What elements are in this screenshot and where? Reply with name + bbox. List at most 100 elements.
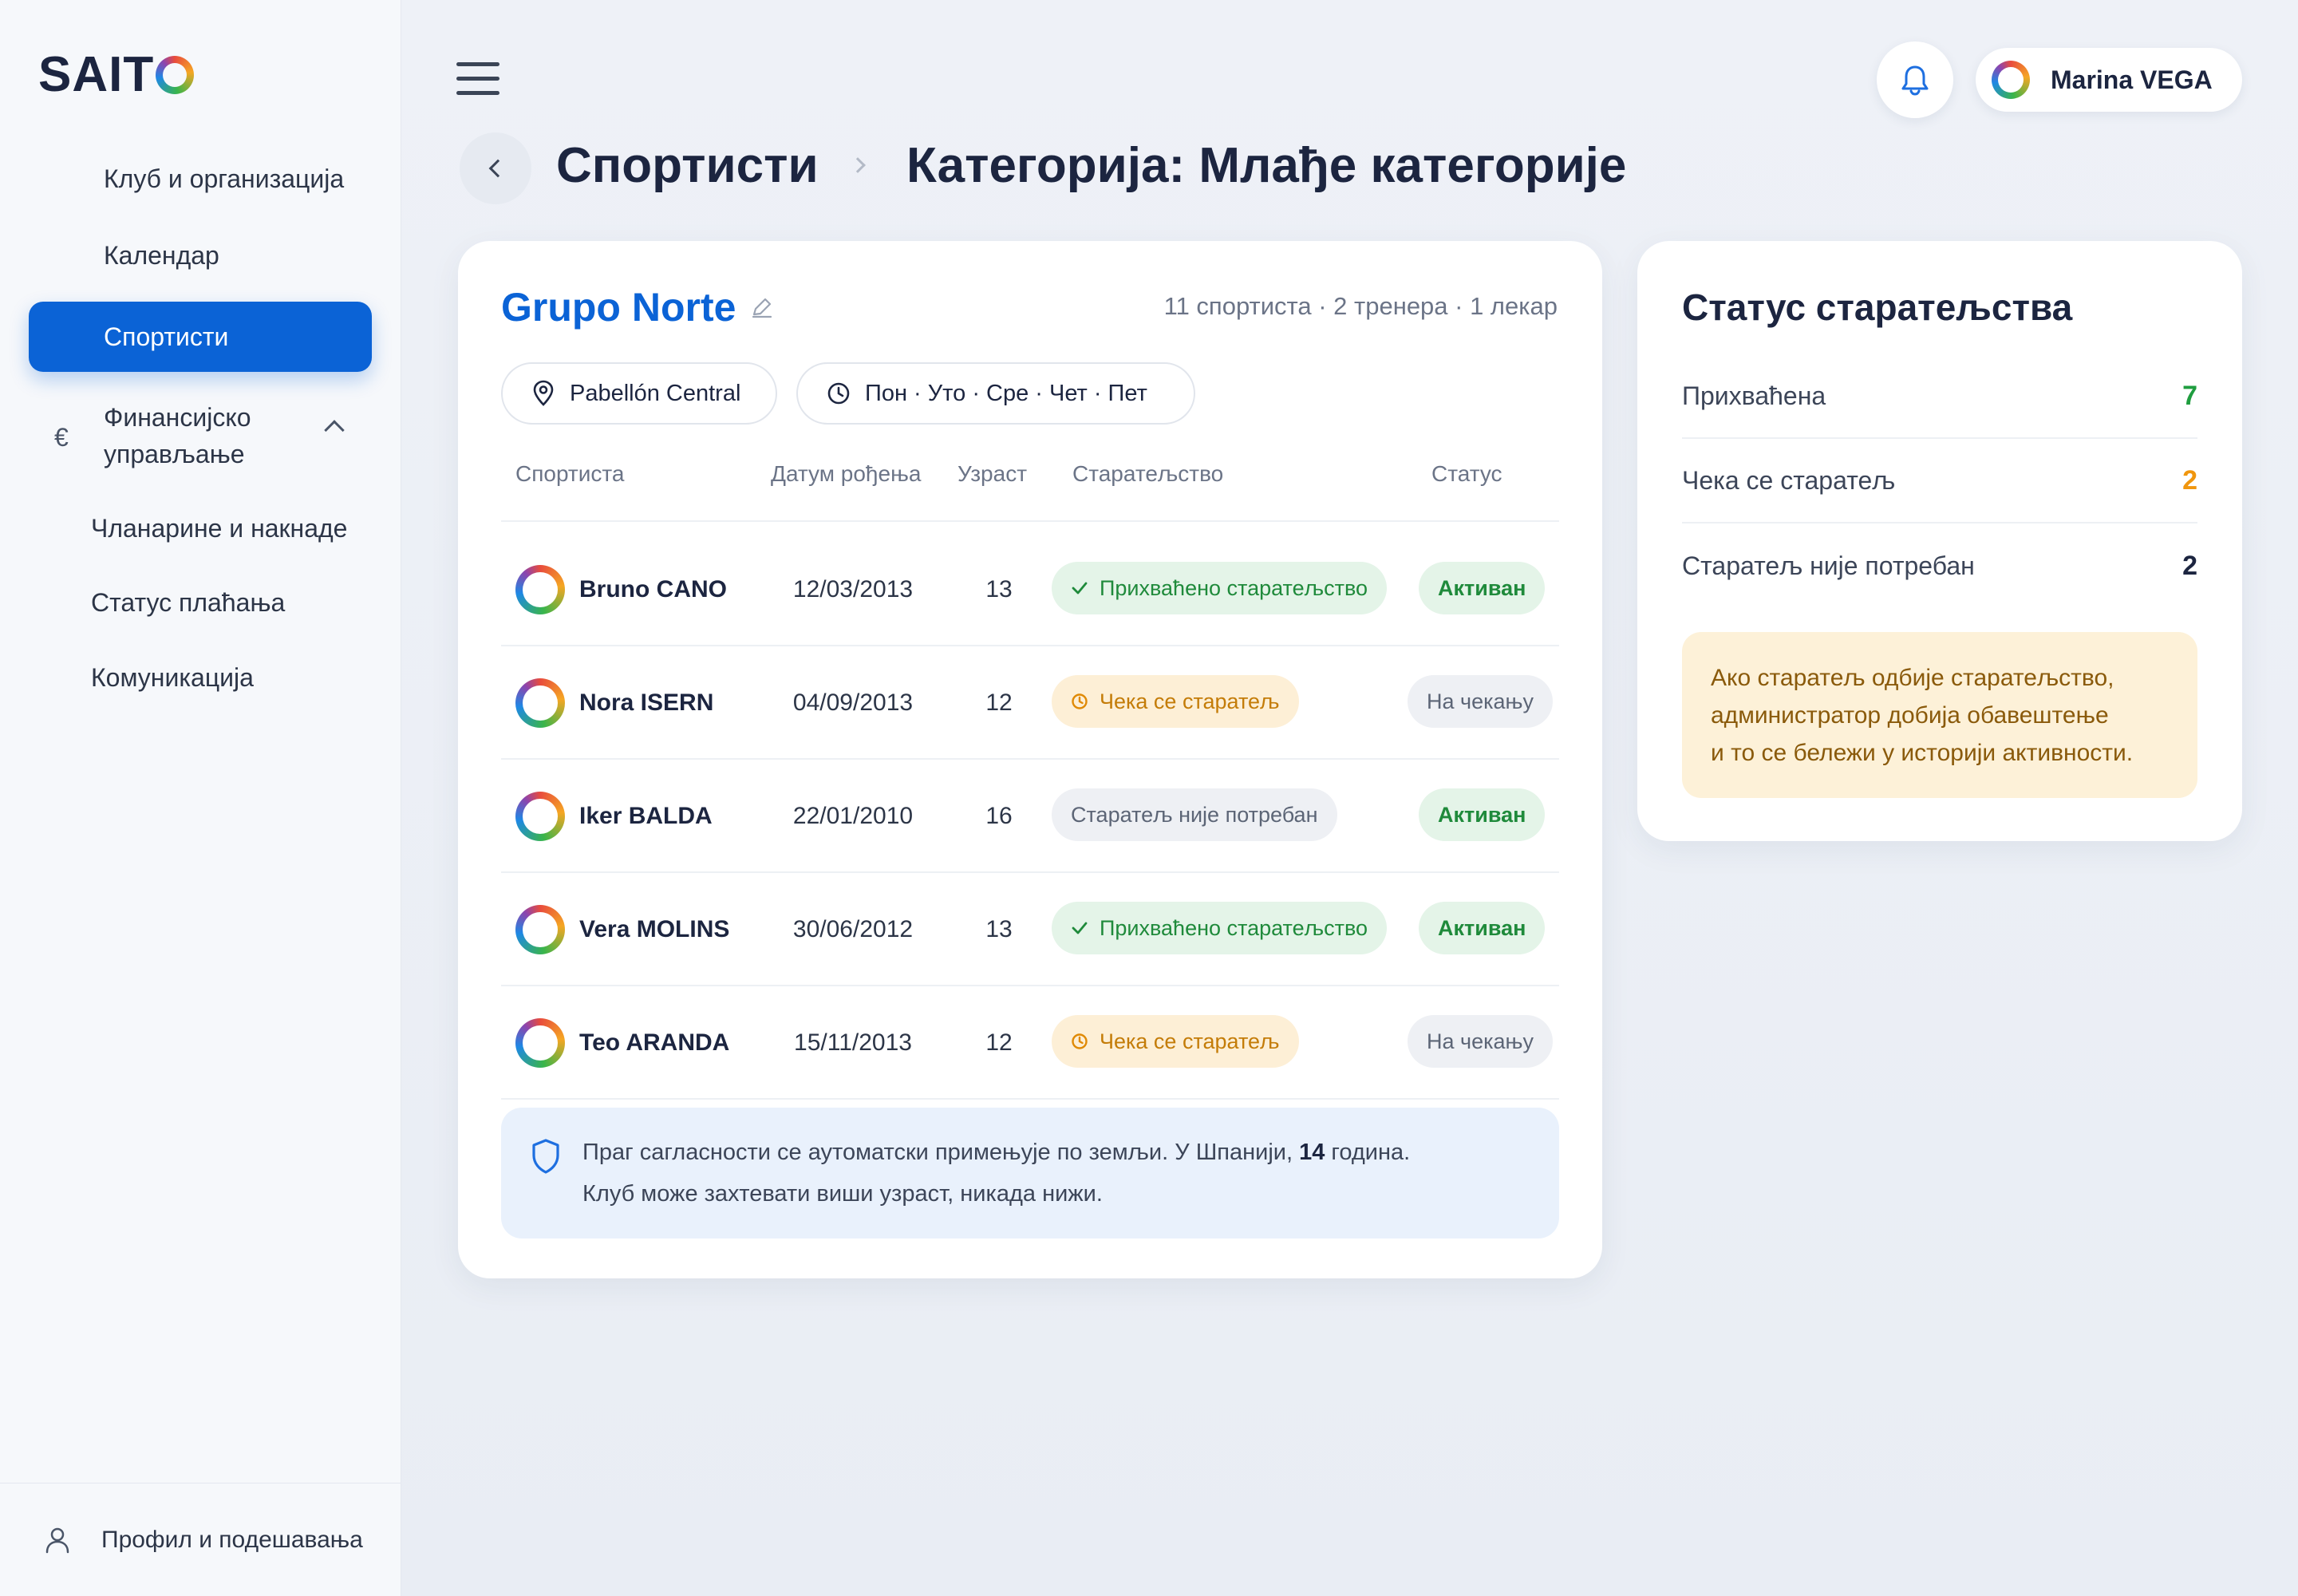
sidebar-item-calendar[interactable]: Календар [29, 236, 372, 275]
status-icon [1071, 1033, 1088, 1050]
sidebar-item-finance[interactable]: € Финансијско управљање [29, 399, 372, 476]
sidebar-item-label: Клуб и организација [104, 164, 345, 193]
page-title[interactable]: Спортисти [556, 137, 819, 194]
column-header-status[interactable]: Статус [1431, 461, 1502, 487]
location-chip[interactable]: Pabellón Central [501, 362, 777, 425]
shield-icon [532, 1139, 559, 1174]
sidebar-item-athletes[interactable]: Спортисти [29, 302, 372, 372]
age: 13 [985, 916, 1013, 942]
stat-value: 2 [2182, 464, 2197, 496]
guardianship-label: Старатељ није потребан [1071, 802, 1318, 827]
stat-label: Прихваћена [1682, 381, 1826, 410]
age: 16 [985, 803, 1013, 829]
column-header-age[interactable]: Узраст [958, 461, 1027, 487]
sidebar-item-payment-status[interactable]: Статус плаћања [29, 583, 372, 622]
sidebar: SAIT Клуб и организација Календар Спорти… [0, 0, 401, 1596]
sidebar-item-communication[interactable]: Комуникација [29, 658, 372, 697]
breadcrumb-chevron-icon [850, 157, 866, 173]
status-badge: На чекању [1408, 675, 1553, 728]
birth-date: 12/03/2013 [792, 576, 914, 602]
guardianship-badge: Чека се старатељ [1052, 675, 1299, 728]
sidebar-item-label: Чланарине и накнаде [91, 513, 348, 543]
sidebar-item-club[interactable]: Клуб и организација [29, 160, 372, 198]
athlete-name[interactable]: Vera MOLINS [579, 873, 729, 986]
birth-date: 30/06/2012 [792, 916, 914, 942]
birth-date: 04/09/2013 [792, 689, 914, 716]
user-icon [45, 1527, 69, 1554]
status-badge: Активан [1419, 788, 1546, 841]
sidebar-item-memberships[interactable]: Чланарине и накнаде [29, 509, 372, 547]
menu-icon[interactable] [456, 62, 499, 97]
clock-icon [1072, 1033, 1088, 1049]
notifications-button[interactable] [1877, 41, 1953, 118]
column-header-athlete[interactable]: Спортиста [515, 461, 624, 487]
euro-icon: € [54, 423, 69, 452]
sidebar-item-profile[interactable]: Профил и подешавања [0, 1483, 401, 1596]
table-row[interactable]: Bruno CANO 12/03/2013 13 Прихваћено старате… [501, 533, 1559, 646]
back-button[interactable] [460, 132, 531, 204]
avatar [515, 792, 565, 841]
warning-line: и то се бележи у историји активности. [1711, 740, 2134, 766]
stat-value: 2 [2182, 550, 2197, 581]
sidebar-item-label: Статус плаћања [91, 587, 286, 617]
consent-info-note: Праг сагласности се аутоматски примењује… [501, 1108, 1559, 1238]
note-text: година. [1325, 1140, 1411, 1165]
group-meta: 11 спортиста · 2 тренера · 1 лекар [1163, 292, 1558, 320]
guardianship-label: Чека се старатељ [1100, 689, 1280, 713]
note-line-1: Праг сагласности се аутоматски примењује… [582, 1140, 1410, 1166]
logo-ring-icon [156, 55, 195, 94]
guardian-refusal-warning: Ако старатељ одбије старатељство, админи… [1682, 632, 2197, 798]
guardianship-label: Прихваћено старатељство [1100, 915, 1368, 940]
guardianship-badge: Прихваћено старатељство [1052, 562, 1388, 614]
sidebar-item-label: Комуникација [91, 662, 254, 692]
guardianship-title: Статус старатељства [1682, 286, 2073, 328]
avatar [515, 565, 565, 614]
status-label: Активан [1438, 802, 1526, 827]
avatar [515, 1018, 565, 1068]
table-row[interactable]: Vera MOLINS 30/06/2012 13 Прихваћено старат… [501, 873, 1559, 986]
status-badge: На чекању [1408, 1015, 1553, 1068]
table-row[interactable]: Teo ARANDA 15/11/2013 12 Чека се старатељ На… [501, 986, 1559, 1100]
status-badge: Активан [1419, 562, 1546, 614]
guardianship-label: Прихваћено старатељство [1100, 575, 1368, 600]
divider [501, 520, 1559, 522]
note-text: Праг сагласности се аутоматски примењује… [582, 1140, 1300, 1165]
athlete-name[interactable]: Nora ISERN [579, 646, 713, 760]
guardianship-badge: Прихваћено старатељство [1052, 902, 1388, 954]
sidebar-item-label: Спортисти [104, 322, 229, 351]
clock-icon [1072, 693, 1088, 709]
age: 13 [985, 576, 1013, 602]
group-card: Grupo Norte 11 спортиста · 2 тренера · 1… [458, 241, 1602, 1278]
logo-text: SAIT [38, 47, 155, 102]
column-header-guardianship[interactable]: Старатељство [1072, 461, 1223, 487]
avatar [515, 905, 565, 954]
status-badge: Активан [1419, 902, 1546, 954]
guardianship-badge: Чека се старатељ [1052, 1015, 1299, 1068]
age: 12 [985, 689, 1013, 716]
athlete-name[interactable]: Teo ARANDA [579, 986, 729, 1100]
stat-row-pending: Чека се старатељ 2 [1682, 439, 2197, 523]
athlete-name[interactable]: Iker BALDA [579, 760, 713, 873]
athlete-name[interactable]: Bruno CANO [579, 533, 727, 646]
stat-label: Чека се старатељ [1682, 465, 1896, 495]
schedule-chip[interactable]: Пон · Уто · Сре · Чет · Пет [796, 362, 1195, 425]
table-row[interactable]: Iker BALDA 22/01/2010 16 Старатељ није потр… [501, 760, 1559, 873]
birth-date: 15/11/2013 [794, 1029, 912, 1056]
stat-value: 7 [2182, 380, 2197, 411]
edit-icon[interactable] [750, 295, 774, 319]
stat-row-accepted: Прихваћена 7 [1682, 354, 2197, 439]
chevron-left-icon [488, 159, 507, 178]
stat-label: Старатељ није потребан [1682, 551, 1975, 580]
guardianship-badge: Старатељ није потребан [1052, 788, 1337, 841]
status-label: Активан [1438, 575, 1526, 600]
user-menu[interactable]: Marina VEGA [1976, 48, 2242, 112]
guardianship-label: Чека се старатељ [1100, 1029, 1280, 1053]
status-icon [1071, 919, 1088, 937]
stat-row-not-needed: Старатељ није потребан 2 [1682, 523, 2197, 608]
column-header-dob[interactable]: Датум рођења [771, 461, 921, 487]
check-icon [1072, 922, 1088, 934]
guardianship-status-card: Статус старатељства Прихваћена 7 Чека се… [1637, 241, 2242, 841]
table-row[interactable]: Nora ISERN 04/09/2013 12 Чека се старатељ На… [501, 646, 1559, 760]
note-line-2: Клуб може захтевати виши узраст, никада … [582, 1181, 1103, 1207]
saito-logo[interactable]: SAIT [38, 46, 195, 103]
